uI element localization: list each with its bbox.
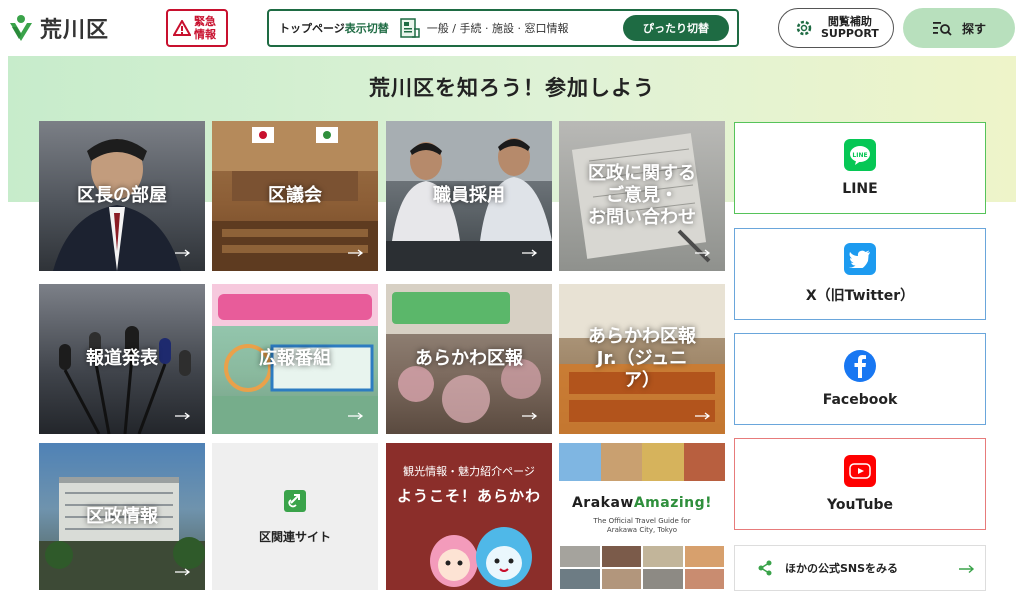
photo <box>559 567 601 590</box>
amazing-subtitle: The Official Travel Guide for Arakawa Ci… <box>593 517 691 534</box>
tile-government-info[interactable]: 区政情報 <box>39 443 205 590</box>
tile-arakawa-newsletter-junior[interactable]: あらかわ区報 Jr.（ジュニ ア） <box>559 284 725 434</box>
support-button[interactable]: 閲覧補助 SUPPORT <box>778 8 894 48</box>
arrow-right-icon <box>695 412 711 420</box>
photo <box>683 567 725 590</box>
arrow-right-icon <box>175 412 191 420</box>
arrow-right-icon <box>348 412 364 420</box>
site-logo[interactable]: 荒川区 <box>8 12 109 44</box>
search-label: 探す <box>961 21 986 36</box>
warning-icon <box>173 20 191 36</box>
x-twitter-icon <box>844 243 876 275</box>
tile-label: 区議会 <box>268 185 322 206</box>
document-icon <box>400 18 420 38</box>
tile-welcome-arakawa[interactable]: 観光情報・魅力紹介ページ ようこそ！あらかわ <box>386 443 552 590</box>
welcome-subtitle: 観光情報・魅力紹介ページ <box>403 465 535 478</box>
site-header: 荒川区 緊急 情報 トップページ表示切替 一般 / 手続 · 施設 · 窓口情報… <box>0 0 1024 56</box>
youtube-icon <box>844 455 876 487</box>
tile-label: 報道発表 <box>86 348 158 369</box>
welcome-title: ようこそ！あらかわ <box>396 487 541 505</box>
top-page-display-switch: トップページ表示切替 一般 / 手続 · 施設 · 窓口情報 ぴったり切替 <box>267 9 739 47</box>
perfect-switch-button[interactable]: ぴったり切替 <box>623 15 729 41</box>
sns-label: Facebook <box>822 392 898 408</box>
facebook-icon <box>844 350 876 382</box>
other-sns-label: ほかの公式SNSをみる <box>785 562 899 575</box>
arrow-right-icon <box>175 249 191 257</box>
amazing-title: ArakawAmazing! <box>571 495 713 511</box>
arrow-right-icon <box>695 249 711 257</box>
photo <box>642 567 684 590</box>
gear-icon <box>796 20 812 36</box>
arrow-right-icon <box>522 249 538 257</box>
photo <box>600 567 642 590</box>
arrow-right-icon <box>522 412 538 420</box>
svg-text:LINE: LINE <box>852 152 867 159</box>
sns-x-twitter-link[interactable]: X（旧Twitter） <box>734 228 986 320</box>
amazing-photo-strip <box>559 443 725 481</box>
tile-opinions-inquiries[interactable]: 区政に関する ご意見・ お問い合わせ <box>559 121 725 271</box>
site-name: 荒川区 <box>40 18 110 43</box>
arrow-right-icon <box>348 249 364 257</box>
photo <box>600 545 642 568</box>
search-button[interactable]: 探す <box>903 8 1015 48</box>
photo <box>642 545 684 568</box>
sns-line-link[interactable]: LINE LINE <box>734 122 986 214</box>
sns-label: X（旧Twitter） <box>805 288 915 304</box>
emergency-label: 緊急 情報 <box>194 15 216 41</box>
tile-label: 区長の部屋 <box>77 185 167 206</box>
arrow-right-icon <box>959 564 975 574</box>
photo <box>683 545 725 568</box>
sns-facebook-link[interactable]: Facebook <box>734 333 986 425</box>
emergency-info-button[interactable]: 緊急 情報 <box>166 9 228 47</box>
tile-mayor-room[interactable]: 区長の部屋 <box>39 121 205 271</box>
tile-arakawa-newsletter[interactable]: あらかわ区報 <box>386 284 552 434</box>
tile-label: 区政情報 <box>86 505 158 527</box>
tile-arakawa-amazing[interactable]: ArakawAmazing! The Official Travel Guide… <box>559 443 725 590</box>
mascot-characters <box>430 527 532 587</box>
sns-youtube-link[interactable]: YouTube <box>734 438 986 530</box>
sns-label: YouTube <box>827 497 893 513</box>
banner-title: 荒川区を知ろう！参加しよう <box>369 76 655 100</box>
share-icon <box>758 560 772 576</box>
photo <box>600 443 642 481</box>
amazing-photo-grid <box>559 545 725 590</box>
external-link-icon <box>284 490 306 512</box>
tile-label: 区関連サイト <box>258 530 331 544</box>
sns-label: LINE <box>842 181 878 197</box>
tile-label: 広報番組 <box>259 348 331 369</box>
other-sns-link[interactable]: ほかの公式SNSをみる <box>734 545 986 591</box>
tile-label: 職員採用 <box>433 185 505 206</box>
tile-label: あらかわ区報 Jr.（ジュニ ア） <box>588 326 696 391</box>
tile-recruitment[interactable]: 職員採用 <box>386 121 552 271</box>
search-list-icon <box>932 22 952 36</box>
arrow-right-icon <box>175 568 191 576</box>
line-icon: LINE <box>844 139 876 171</box>
photo <box>683 443 725 481</box>
tile-label: あらかわ区報 <box>415 348 523 369</box>
photo <box>642 443 684 481</box>
arakawa-city-mark-icon <box>10 15 32 41</box>
switch-categories: 一般 / 手続 · 施設 · 窓口情報 <box>426 22 569 35</box>
photo <box>559 443 601 481</box>
tile-pr-program[interactable]: 広報番組 <box>212 284 378 434</box>
tile-council[interactable]: 区議会 <box>212 121 378 271</box>
support-label: 閲覧補助 SUPPORT <box>821 15 879 40</box>
tile-press-release[interactable]: 報道発表 <box>39 284 205 434</box>
tile-related-sites[interactable]: 区関連サイト <box>212 443 378 590</box>
photo <box>559 545 601 568</box>
switch-title: トップページ表示切替 <box>279 22 389 35</box>
tile-label: 区政に関する ご意見・ お問い合わせ <box>588 163 696 228</box>
